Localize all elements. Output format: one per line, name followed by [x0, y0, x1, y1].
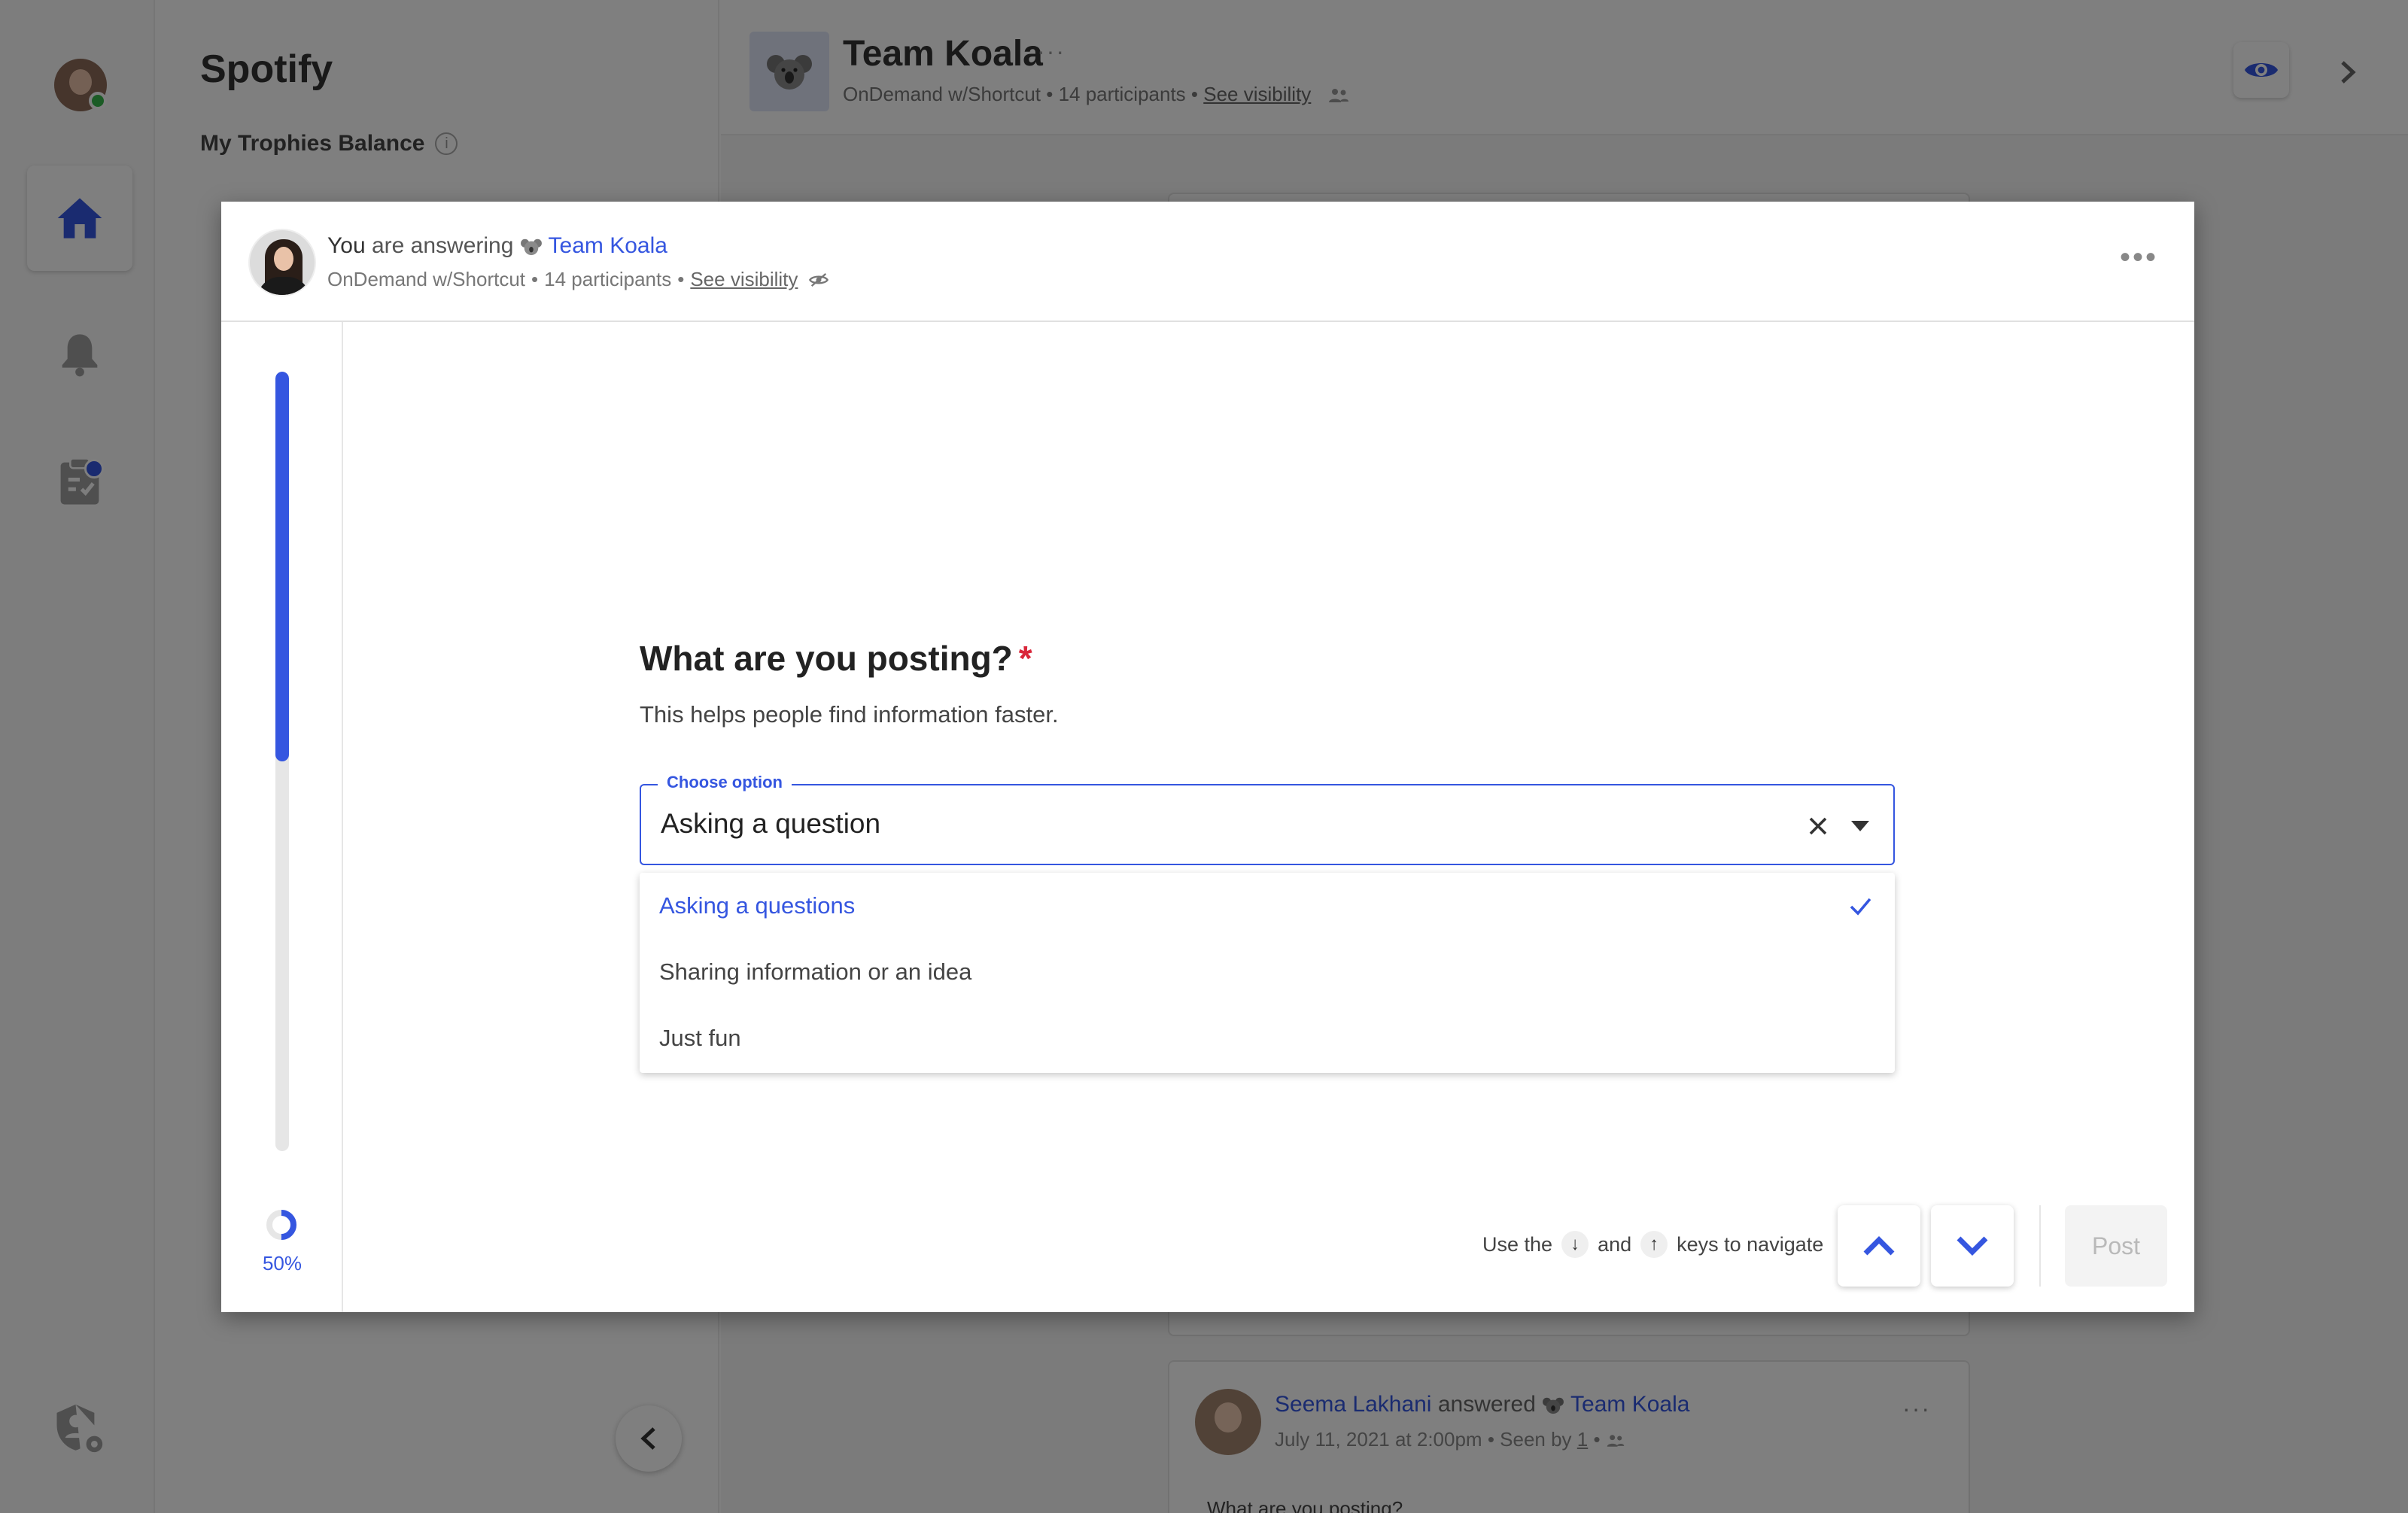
modal-header: You are answering Team Koala OnDemand w/…: [221, 202, 2194, 322]
hint-suffix: keys to navigate: [1677, 1232, 1824, 1256]
option-label: Sharing information or an idea: [659, 959, 972, 985]
option-asking-a-question[interactable]: Asking a questions: [640, 873, 1895, 939]
modal-program: OnDemand w/Shortcut: [327, 268, 526, 290]
are-answering-label: are answering: [371, 233, 514, 258]
question-subtitle: This helps people find information faste…: [640, 701, 1059, 728]
option-label: Asking a questions: [659, 892, 856, 919]
select-current-value: Asking a question: [661, 808, 881, 839]
progress-column: 50%: [221, 322, 343, 1312]
close-icon: [1809, 817, 1827, 835]
option-sharing-information[interactable]: Sharing information or an idea: [640, 939, 1895, 1005]
eye-slash-icon: [809, 272, 829, 287]
answerer-avatar: [248, 229, 316, 296]
question-title: What are you posting? *: [640, 638, 1032, 679]
you-label: You: [327, 233, 366, 258]
options-dropdown: Asking a questions Sharing information o…: [640, 873, 1895, 1073]
arrow-up-key-icon: ↑: [1640, 1231, 1668, 1258]
modal-team-link[interactable]: Team Koala: [549, 233, 667, 258]
arrow-down-key-icon: ↓: [1561, 1231, 1589, 1258]
chevron-up-icon: [1863, 1236, 1895, 1256]
progress-percent: 50%: [262, 1252, 303, 1275]
hint-prefix: Use the: [1482, 1232, 1553, 1256]
previous-question-button[interactable]: [1838, 1205, 1920, 1287]
next-question-button[interactable]: [1931, 1205, 2014, 1287]
footer-divider: [2039, 1205, 2041, 1287]
caret-down-icon: [1851, 821, 1869, 831]
choose-option-select[interactable]: Choose option Asking a question: [640, 773, 1895, 865]
modal-participants: 14 participants: [544, 268, 672, 290]
clear-selection-button[interactable]: [1803, 811, 1833, 841]
required-marker: *: [1018, 639, 1032, 678]
progress-ring: [266, 1210, 296, 1240]
progress-track: [275, 372, 289, 1151]
modal-more-icon[interactable]: •••: [2120, 242, 2158, 272]
modal-team-meta: OnDemand w/Shortcut • 14 participants • …: [327, 268, 829, 291]
select-legend: Choose option: [658, 773, 792, 792]
progress-fill: [275, 372, 289, 761]
hint-and: and: [1598, 1232, 1632, 1256]
post-button[interactable]: Post: [2065, 1205, 2167, 1287]
answer-modal: You are answering Team Koala OnDemand w/…: [221, 202, 2194, 1312]
koala-icon: [520, 238, 542, 256]
checkmark-icon: [1850, 898, 1871, 916]
chevron-down-icon: [1956, 1236, 1988, 1256]
open-dropdown-button[interactable]: [1848, 814, 1872, 838]
option-just-fun[interactable]: Just fun: [640, 1005, 1895, 1071]
keyboard-navigation-hint: Use the ↓ and ↑ keys to navigate: [1482, 1231, 1823, 1258]
modal-see-visibility-link[interactable]: See visibility: [690, 268, 798, 291]
answering-line: You are answering Team Koala: [327, 233, 667, 259]
question-title-text: What are you posting?: [640, 639, 1013, 678]
option-label: Just fun: [659, 1025, 741, 1051]
